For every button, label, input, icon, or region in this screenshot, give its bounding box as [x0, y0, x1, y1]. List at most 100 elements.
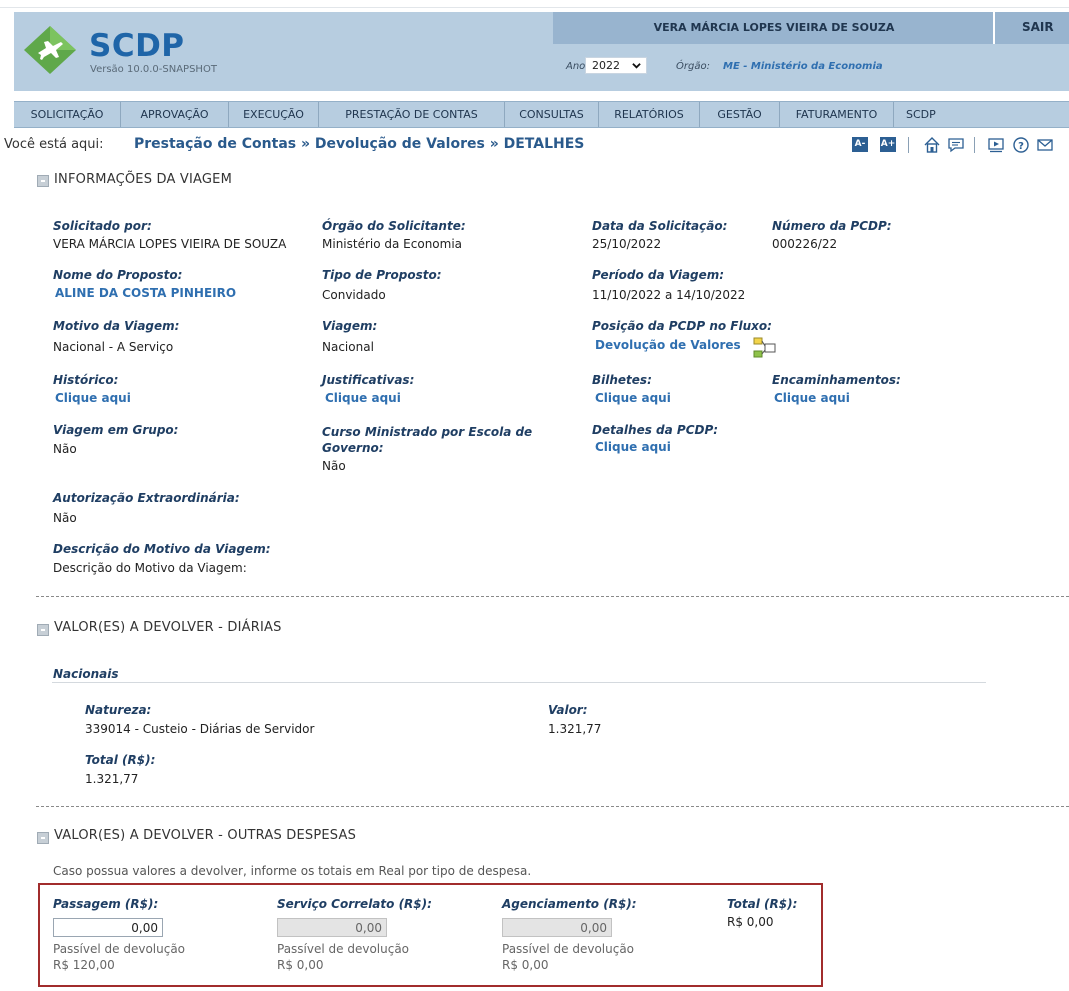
viagem-value: Nacional — [322, 340, 374, 354]
breadcrumb-separator: » — [489, 136, 499, 152]
user-name: VERA MÁRCIA LOPES VIEIRA DE SOUZA — [653, 21, 895, 34]
font-decrease-button[interactable]: A- — [852, 137, 868, 152]
bilhetes-link[interactable]: Clique aqui — [595, 391, 671, 405]
toolbar-divider — [974, 137, 975, 153]
menu-item-prestacao[interactable]: PRESTAÇÃO DE CONTAS — [319, 102, 505, 127]
font-increase-button[interactable]: A+ — [880, 137, 896, 152]
help-icon[interactable]: ? — [1012, 136, 1030, 154]
menu-item-scdp[interactable]: SCDP — [894, 102, 964, 127]
outras-instruction: Caso possua valores a devolver, informe … — [53, 864, 532, 878]
data-solicitacao-value: 25/10/2022 — [592, 237, 662, 251]
encaminhamentos-link[interactable]: Clique aqui — [774, 391, 850, 405]
top-strip — [0, 0, 1069, 8]
collapse-outras-button[interactable] — [37, 832, 49, 844]
year-select-value: 2022 — [592, 59, 620, 72]
logout-button[interactable]: SAIR — [1022, 20, 1054, 34]
menu-item-aprovacao[interactable]: APROVAÇÃO — [121, 102, 229, 127]
servico-hint-value: R$ 0,00 — [277, 958, 324, 972]
orgao-solicitante-label: Órgão do Solicitante: — [322, 219, 466, 233]
breadcrumb-separator: » — [300, 136, 311, 152]
tipo-proposto-label: Tipo de Proposto: — [322, 268, 442, 282]
menu-item-gestao[interactable]: GESTÃO — [700, 102, 780, 127]
periodo-label: Período da Viagem: — [592, 268, 725, 282]
motivo-value: Nacional - A Serviço — [53, 340, 174, 354]
app-header: SCDP Versão 10.0.0-SNAPSHOT VERA MÁRCIA … — [0, 0, 1069, 92]
numero-pcdp-value: 000226/22 — [772, 237, 838, 251]
total-outras-value: R$ 0,00 — [727, 915, 774, 929]
section-title-outras: VALOR(ES) A DEVOLVER - OUTRAS DESPESAS — [54, 828, 357, 843]
agenciamento-input — [502, 918, 612, 937]
servico-label: Serviço Correlato (R$): — [277, 897, 432, 911]
svg-text:?: ? — [1018, 141, 1024, 152]
data-solicitacao-label: Data da Solicitação: — [592, 219, 728, 233]
natureza-label: Natureza: — [85, 703, 152, 717]
menu-item-execucao[interactable]: EXECUÇÃO — [229, 102, 319, 127]
section-divider — [36, 596, 1069, 597]
presentation-icon[interactable] — [987, 136, 1005, 154]
passagem-input[interactable] — [53, 918, 163, 937]
breadcrumb-item-devolucao[interactable]: Devolução de Valores — [315, 136, 485, 152]
detalhes-pcdp-link[interactable]: Clique aqui — [595, 440, 671, 454]
agenciamento-hint: Passível de devolução — [502, 942, 635, 956]
total-diarias-value: 1.321,77 — [85, 772, 139, 786]
menu-item-relatorios[interactable]: RELATÓRIOS — [599, 102, 700, 127]
historico-label: Histórico: — [53, 373, 119, 387]
breadcrumb-prefix: Você está aqui: — [4, 137, 104, 152]
descricao-label: Descrição do Motivo da Viagem: — [53, 542, 271, 556]
encaminhamentos-label: Encaminhamentos: — [772, 373, 901, 387]
nacionais-subhead: Nacionais — [53, 667, 119, 681]
total-diarias-label: Total (R$): — [85, 753, 156, 767]
grupo-label: Viagem em Grupo: — [53, 423, 179, 437]
solicitado-por-label: Solicitado por: — [53, 219, 152, 233]
agenciamento-hint-value: R$ 0,00 — [502, 958, 549, 972]
detalhes-pcdp-label: Detalhes da PCDP: — [592, 423, 719, 437]
viagem-label: Viagem: — [322, 319, 378, 333]
justificativas-link[interactable]: Clique aqui — [325, 391, 401, 405]
motivo-label: Motivo da Viagem: — [53, 319, 180, 333]
chat-icon[interactable] — [947, 136, 965, 154]
section-title-diarias: VALOR(ES) A DEVOLVER - DIÁRIAS — [54, 620, 282, 635]
menu-item-solicitacao[interactable]: SOLICITAÇÃO — [14, 102, 121, 127]
mail-icon[interactable] — [1036, 136, 1054, 154]
posicao-link[interactable]: Devolução de Valores — [595, 338, 741, 352]
valor-label: Valor: — [548, 703, 588, 717]
year-select[interactable]: 2022 — [585, 57, 647, 74]
scdp-logo-icon — [24, 26, 76, 74]
section-divider — [36, 806, 1069, 807]
servico-hint: Passível de devolução — [277, 942, 410, 956]
app-version: Versão 10.0.0-SNAPSHOT — [90, 64, 217, 75]
historico-link[interactable]: Clique aqui — [55, 391, 131, 405]
user-separator — [993, 12, 995, 44]
autorizacao-value: Não — [53, 511, 77, 525]
passagem-hint: Passível de devolução — [53, 942, 186, 956]
chevron-down-icon — [632, 63, 641, 69]
natureza-value: 339014 - Custeio - Diárias de Servidor — [85, 722, 315, 736]
passagem-hint-value: R$ 120,00 — [53, 958, 115, 972]
main-menu: SOLICITAÇÃO APROVAÇÃO EXECUÇÃO PRESTAÇÃO… — [14, 101, 1069, 128]
org-value: ME - Ministério da Economia — [723, 61, 883, 72]
app-name: SCDP — [89, 28, 185, 64]
periodo-value: 11/10/2022 a 14/10/2022 — [592, 288, 746, 302]
flow-diagram-icon[interactable] — [753, 337, 779, 359]
breadcrumb-item-prestacao[interactable]: Prestação de Contas — [134, 136, 296, 152]
nome-proposto-label: Nome do Proposto: — [53, 268, 183, 282]
posicao-label: Posição da PCDP no Fluxo: — [592, 319, 772, 333]
autorizacao-label: Autorização Extraordinária: — [53, 491, 240, 505]
curso-value: Não — [322, 459, 346, 473]
valor-value: 1.321,77 — [548, 722, 602, 736]
menu-item-faturamento[interactable]: FATURAMENTO — [780, 102, 894, 127]
collapse-diarias-button[interactable] — [37, 624, 49, 636]
total-outras-label: Total (R$): — [727, 897, 798, 911]
justificativas-label: Justificativas: — [322, 373, 415, 387]
home-icon[interactable] — [923, 136, 941, 154]
org-label: Órgão: — [676, 61, 710, 72]
tipo-proposto-value: Convidado — [322, 288, 386, 302]
nome-proposto-link[interactable]: ALINE DA COSTA PINHEIRO — [55, 286, 236, 300]
numero-pcdp-label: Número da PCDP: — [772, 219, 892, 233]
servico-input — [277, 918, 387, 937]
grupo-value: Não — [53, 442, 77, 456]
breadcrumb-item-detalhes: DETALHES — [503, 136, 585, 152]
menu-item-consultas[interactable]: CONSULTAS — [505, 102, 599, 127]
bilhetes-label: Bilhetes: — [592, 373, 652, 387]
collapse-viagem-button[interactable] — [37, 175, 49, 187]
